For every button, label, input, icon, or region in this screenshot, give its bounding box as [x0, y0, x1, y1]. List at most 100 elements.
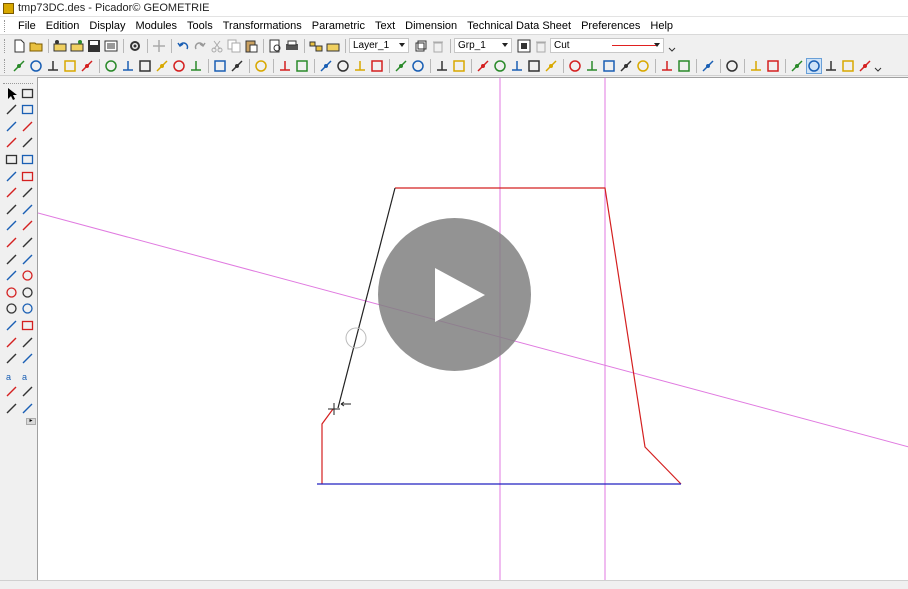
- group-manager-button[interactable]: [516, 38, 532, 54]
- drawing-tool-button[interactable]: [212, 58, 228, 74]
- zoom-fit-tool-button[interactable]: [20, 335, 34, 349]
- symmetric-tool-button[interactable]: [4, 269, 18, 283]
- drawing-tool-button[interactable]: [475, 58, 491, 74]
- drawing-tool-button[interactable]: [103, 58, 119, 74]
- rotate-copy-tool-button[interactable]: [4, 352, 18, 366]
- linetype-select[interactable]: Cut: [550, 38, 664, 53]
- drawing-tool-button[interactable]: [11, 58, 27, 74]
- group-select[interactable]: Grp_1: [454, 38, 512, 53]
- layer-select[interactable]: Layer_1: [349, 38, 409, 53]
- drawing-tool-button[interactable]: [567, 58, 583, 74]
- drawing-tool-button[interactable]: [584, 58, 600, 74]
- menu-parametric[interactable]: Parametric: [307, 17, 370, 35]
- drawing-tool-button[interactable]: [79, 58, 95, 74]
- menu-tools[interactable]: Tools: [182, 17, 218, 35]
- menu-help[interactable]: Help: [645, 17, 678, 35]
- open-project-button[interactable]: [52, 38, 68, 54]
- menu-transformations[interactable]: Transformations: [218, 17, 307, 35]
- save-project-button[interactable]: [69, 38, 85, 54]
- drawing-tool-button[interactable]: [410, 58, 426, 74]
- eraser-tool-button[interactable]: [4, 103, 18, 117]
- polyline-tool-button[interactable]: [20, 136, 34, 150]
- parallelogram-tool-button[interactable]: [4, 169, 18, 183]
- drawing-tool-button[interactable]: [748, 58, 764, 74]
- cross-tool-button[interactable]: [20, 202, 34, 216]
- zoom-window-tool-button[interactable]: [20, 318, 34, 332]
- drawing-tool-button[interactable]: [154, 58, 170, 74]
- arc-left-tool-button[interactable]: [4, 285, 18, 299]
- drawing-tool-button[interactable]: [188, 58, 204, 74]
- drawing-tool-button[interactable]: [543, 58, 559, 74]
- scissors-tool-button[interactable]: [20, 401, 34, 415]
- drawing-tool-button[interactable]: [840, 58, 856, 74]
- print-button[interactable]: [284, 38, 300, 54]
- drawing-tool-button[interactable]: [789, 58, 805, 74]
- menu-modules[interactable]: Modules: [130, 17, 182, 35]
- drawing-tool-button[interactable]: [28, 58, 44, 74]
- open-file-button[interactable]: [28, 38, 44, 54]
- copy-button[interactable]: [226, 38, 242, 54]
- drawing-tool-button[interactable]: [335, 58, 351, 74]
- ellipse-tool-button[interactable]: [4, 302, 18, 316]
- menu-dimension[interactable]: Dimension: [400, 17, 462, 35]
- drawing-tool-button[interactable]: [277, 58, 293, 74]
- drawing-tool-button[interactable]: [724, 58, 740, 74]
- gear-tool-tool-button[interactable]: [20, 352, 34, 366]
- drawing-tool-button[interactable]: [676, 58, 692, 74]
- dimension-tool-button[interactable]: [4, 385, 18, 399]
- drawing-tool-button[interactable]: [393, 58, 409, 74]
- delete-group-button[interactable]: [533, 38, 549, 54]
- corner-tool-button[interactable]: [4, 235, 18, 249]
- drawing-tool-button[interactable]: [659, 58, 675, 74]
- drawing-tool-button[interactable]: [318, 58, 334, 74]
- vertical-line-tool-button[interactable]: [4, 186, 18, 200]
- move-button[interactable]: [151, 38, 167, 54]
- menu-edition[interactable]: Edition: [41, 17, 85, 35]
- select-arrow-tool-button[interactable]: [4, 86, 18, 100]
- drawing-tool-button[interactable]: [601, 58, 617, 74]
- parts-list-button[interactable]: [325, 38, 341, 54]
- drawing-tool-button[interactable]: [352, 58, 368, 74]
- extend-tool-button[interactable]: [20, 119, 34, 133]
- menu-file[interactable]: File: [13, 17, 41, 35]
- select-window-tool-button[interactable]: [20, 86, 34, 100]
- layer-manager-button[interactable]: [413, 38, 429, 54]
- new-file-button[interactable]: [11, 38, 27, 54]
- drawing-tool-button[interactable]: [492, 58, 508, 74]
- text-tool-button[interactable]: a: [4, 368, 18, 382]
- drawing-tool-button[interactable]: [857, 58, 873, 74]
- v-notch-tool-button[interactable]: [20, 252, 34, 266]
- delete-layer-button[interactable]: [430, 38, 446, 54]
- drawing-tool-button[interactable]: [120, 58, 136, 74]
- print-preview-button[interactable]: [267, 38, 283, 54]
- left-toolbar-expand-button[interactable]: ▸: [26, 418, 36, 425]
- drawing-tool-button[interactable]: [509, 58, 525, 74]
- drawing-tool-button[interactable]: [434, 58, 450, 74]
- chamfer-tool-button[interactable]: [20, 235, 34, 249]
- settings-button[interactable]: [127, 38, 143, 54]
- point-tool-button[interactable]: [4, 252, 18, 266]
- redo-button[interactable]: [192, 38, 208, 54]
- cut-line-tool-button[interactable]: [4, 401, 18, 415]
- save-button[interactable]: [86, 38, 102, 54]
- h-dimension-tool-button[interactable]: [4, 202, 18, 216]
- paste-button[interactable]: [243, 38, 259, 54]
- drawing-tool-button[interactable]: [823, 58, 839, 74]
- drawing-tool-button[interactable]: [137, 58, 153, 74]
- drawing-tool-button[interactable]: [806, 57, 822, 74]
- cut-button[interactable]: [209, 38, 225, 54]
- page-tool-button[interactable]: [20, 169, 34, 183]
- line-tool-button[interactable]: [4, 136, 18, 150]
- rotate-tool-button[interactable]: [4, 318, 18, 332]
- horizontal-line-tool-button[interactable]: [20, 186, 34, 200]
- arrow-tool-button[interactable]: [20, 385, 34, 399]
- drawing-tool-button[interactable]: [294, 58, 310, 74]
- video-play-button[interactable]: [378, 218, 531, 371]
- drawing-tool-button[interactable]: [700, 58, 716, 74]
- save-as-button[interactable]: [103, 38, 119, 54]
- drawing-tool-button[interactable]: [369, 58, 385, 74]
- drawing-tool-button[interactable]: [62, 58, 78, 74]
- frame-tool-button[interactable]: [20, 152, 34, 166]
- drawing-tool-button[interactable]: [451, 58, 467, 74]
- menu-preferences[interactable]: Preferences: [576, 17, 645, 35]
